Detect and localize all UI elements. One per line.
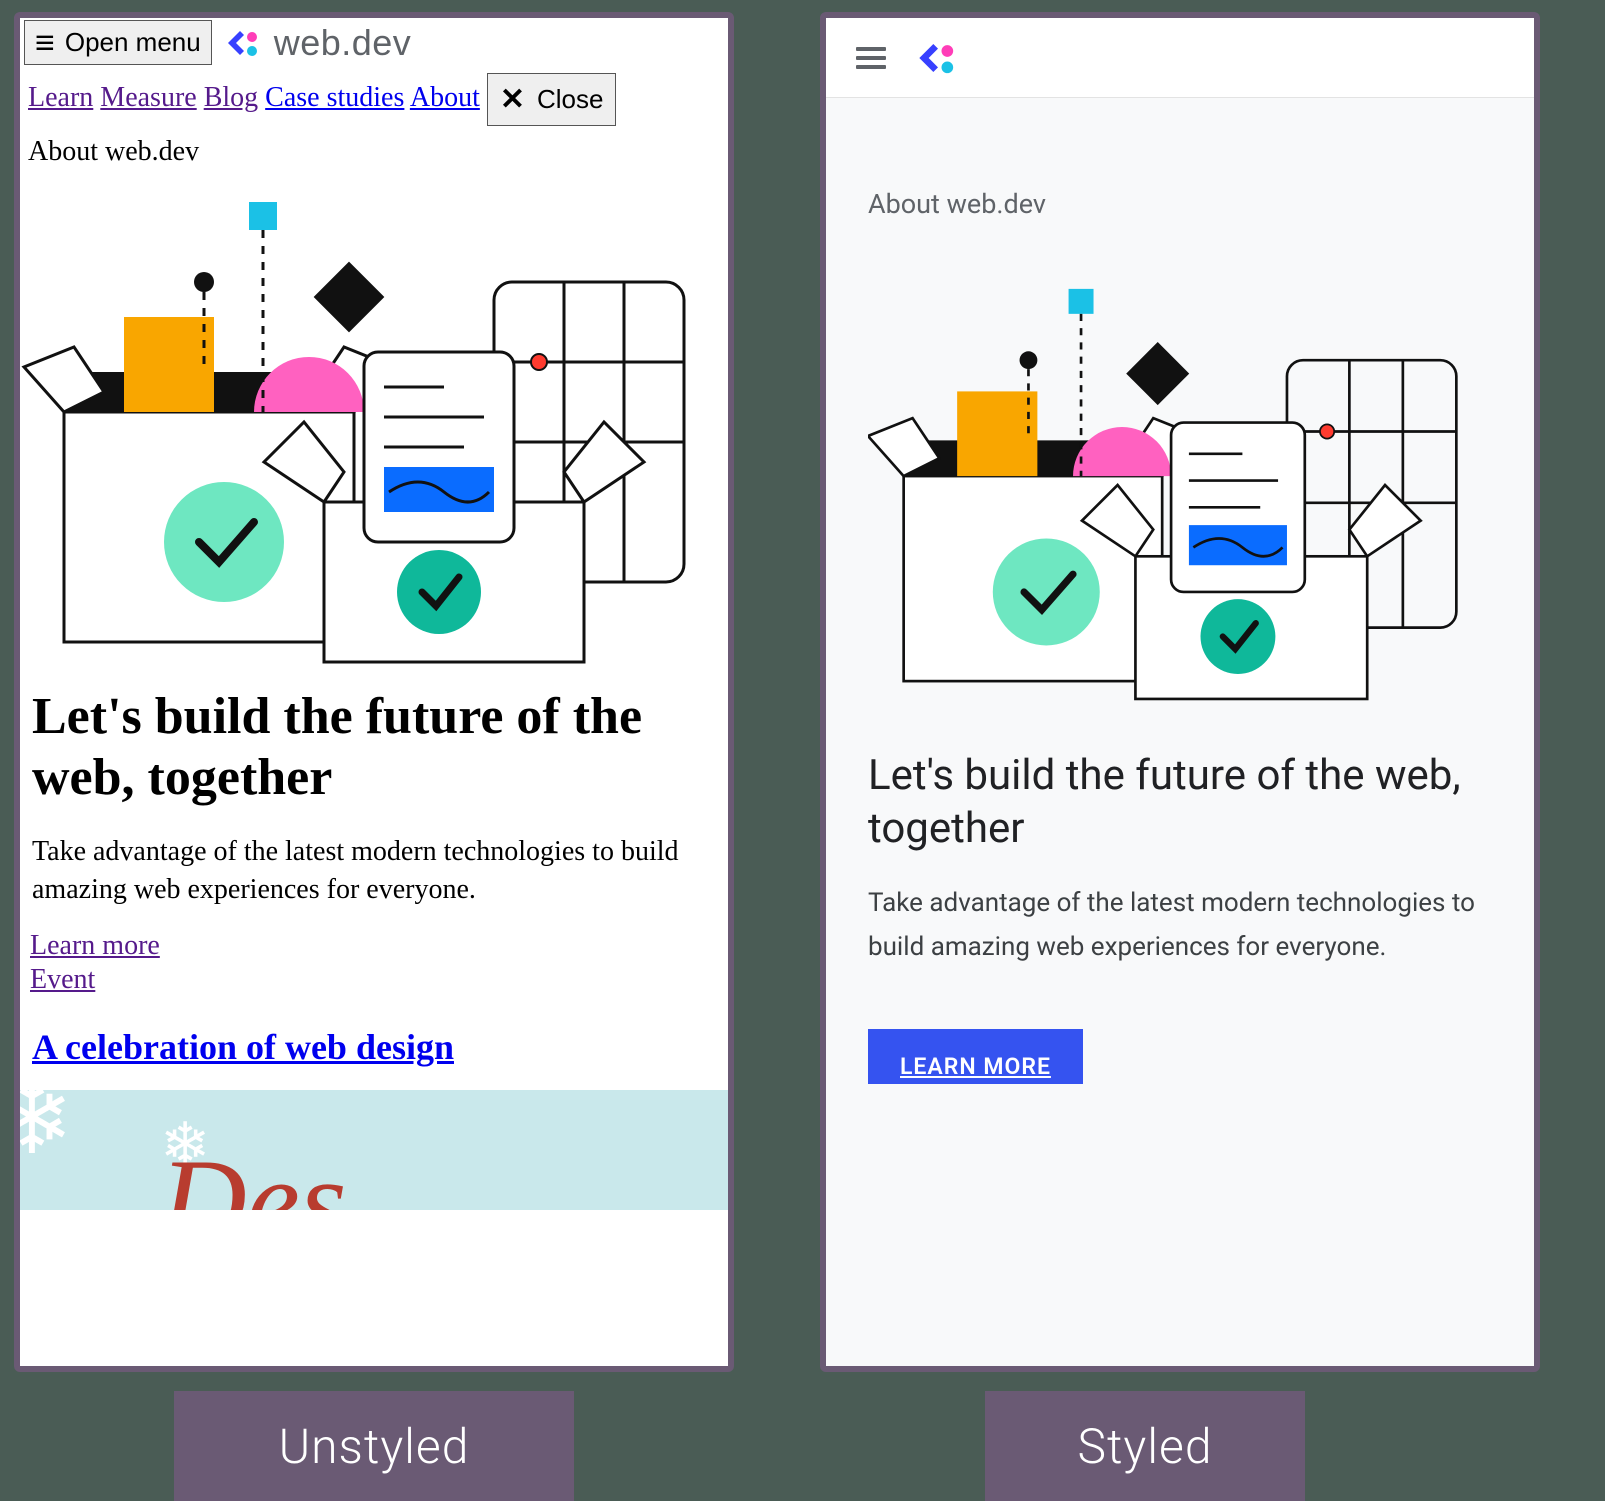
close-label: Close (537, 84, 603, 115)
nav-measure[interactable]: Measure (100, 82, 196, 113)
open-menu-button[interactable]: ≡ Open menu (24, 20, 212, 65)
snowflake-icon: ❄ (20, 1090, 74, 1177)
styled-pane: About web.dev (820, 12, 1540, 1372)
event-title-link[interactable]: A celebration of web design (32, 1027, 454, 1067)
unstyled-nav: Learn Measure Blog Case studies About ✕ … (20, 67, 728, 132)
menu-button[interactable] (856, 42, 886, 74)
learn-more-link[interactable]: Learn more (30, 930, 718, 962)
hero-illustration (868, 250, 1492, 720)
nav-learn[interactable]: Learn (28, 82, 93, 113)
banner-script-text: Des (160, 1132, 347, 1210)
brand-name: web.dev (274, 22, 412, 64)
brand-logo: web.dev (224, 22, 412, 64)
styled-header (826, 18, 1534, 98)
hamburger-icon: ≡ (35, 32, 55, 54)
caption-styled: Styled (985, 1391, 1305, 1501)
styled-tagline: Take advantage of the latest modern tech… (868, 881, 1492, 969)
hero-illustration (20, 172, 728, 672)
event-banner-image: ❄ ❄ Des (20, 1090, 728, 1210)
logo-mark-icon (914, 37, 962, 79)
nav-case-studies[interactable]: Case studies (265, 82, 404, 113)
nav-about[interactable]: About (410, 82, 480, 113)
styled-eyebrow: About web.dev (868, 188, 1492, 220)
nav-blog[interactable]: Blog (204, 82, 258, 113)
styled-body: About web.dev (826, 98, 1534, 1366)
open-menu-label: Open menu (65, 27, 201, 58)
close-icon: ✕ (500, 82, 525, 117)
learn-more-button[interactable]: LEARN MORE (868, 1029, 1083, 1084)
styled-headline: Let's build the future of the web, toget… (868, 750, 1492, 855)
unstyled-tagline: Take advantage of the latest modern tech… (20, 817, 728, 925)
unstyled-eyebrow: About web.dev (20, 132, 728, 172)
caption-unstyled: Unstyled (174, 1391, 574, 1501)
unstyled-header: ≡ Open menu web.dev (20, 18, 728, 67)
unstyled-headline: Let's build the future of the web, toget… (20, 672, 728, 817)
logo-mark-icon (224, 25, 264, 61)
event-link[interactable]: Event (30, 964, 718, 996)
unstyled-links: Learn more Event (20, 924, 728, 1004)
close-button[interactable]: ✕ Close (487, 73, 617, 126)
unstyled-pane: ≡ Open menu web.dev Learn Measure Blog C… (14, 12, 734, 1372)
